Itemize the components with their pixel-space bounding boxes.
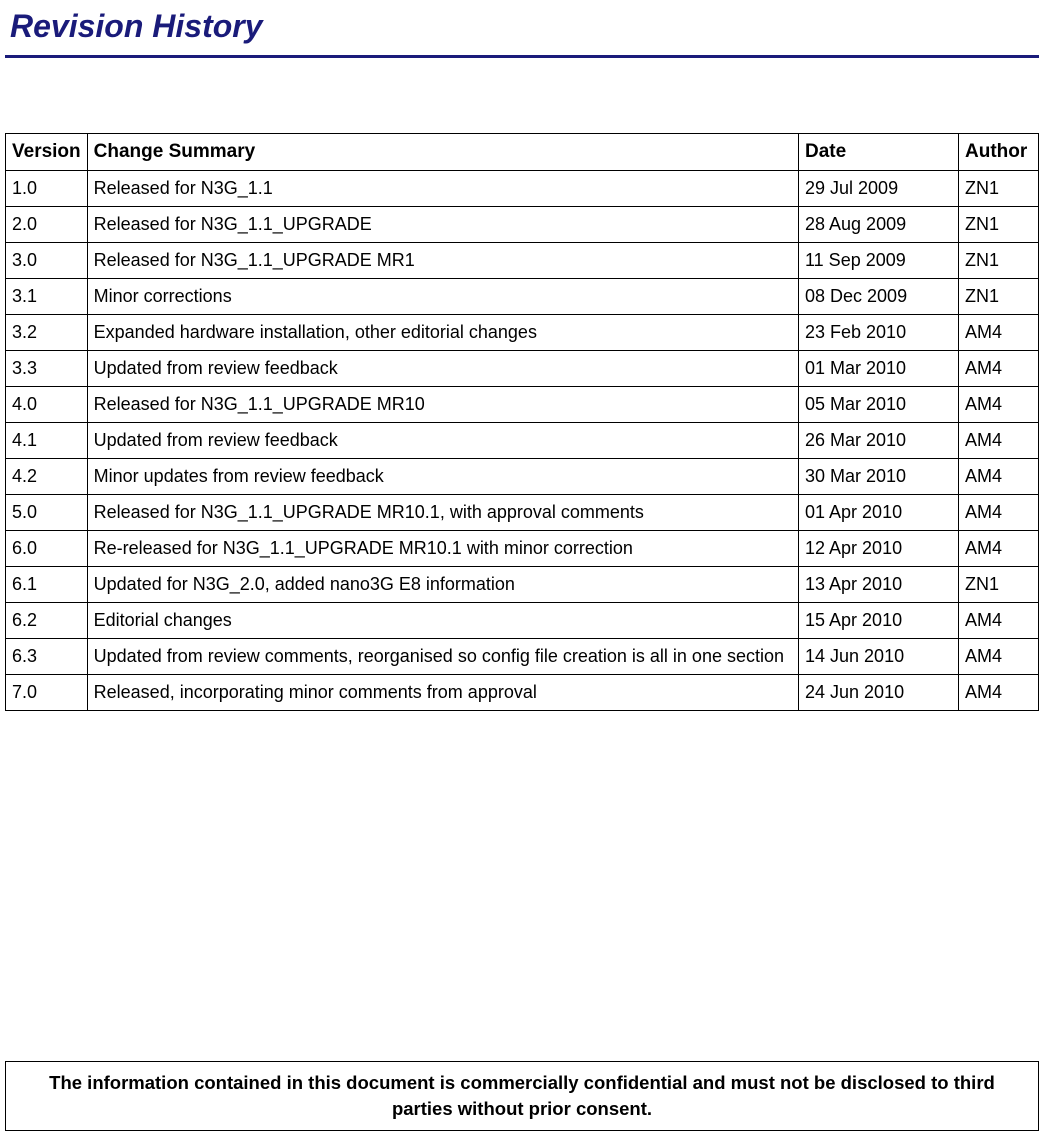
- table-row: 6.3 Updated from review comments, reorga…: [6, 639, 1039, 675]
- cell-summary: Expanded hardware installation, other ed…: [87, 315, 798, 351]
- cell-author: ZN1: [959, 171, 1039, 207]
- cell-author: AM4: [959, 639, 1039, 675]
- cell-version: 6.1: [6, 567, 88, 603]
- cell-date: 15 Apr 2010: [799, 603, 959, 639]
- cell-summary: Updated from review feedback: [87, 423, 798, 459]
- header-summary: Change Summary: [87, 134, 798, 171]
- cell-summary: Released for N3G_1.1_UPGRADE: [87, 207, 798, 243]
- table-row: 7.0 Released, incorporating minor commen…: [6, 675, 1039, 711]
- cell-date: 01 Mar 2010: [799, 351, 959, 387]
- cell-version: 6.0: [6, 531, 88, 567]
- cell-author: AM4: [959, 315, 1039, 351]
- cell-date: 08 Dec 2009: [799, 279, 959, 315]
- cell-summary: Minor updates from review feedback: [87, 459, 798, 495]
- cell-summary: Released for N3G_1.1_UPGRADE MR1: [87, 243, 798, 279]
- cell-version: 4.1: [6, 423, 88, 459]
- cell-summary: Updated from review comments, reorganise…: [87, 639, 798, 675]
- cell-summary: Re-released for N3G_1.1_UPGRADE MR10.1 w…: [87, 531, 798, 567]
- revision-table-wrapper: Version Change Summary Date Author 1.0 R…: [0, 58, 1044, 711]
- table-row: 1.0 Released for N3G_1.1 29 Jul 2009 ZN1: [6, 171, 1039, 207]
- header-date: Date: [799, 134, 959, 171]
- table-row: 5.0 Released for N3G_1.1_UPGRADE MR10.1,…: [6, 495, 1039, 531]
- table-row: 4.2 Minor updates from review feedback 3…: [6, 459, 1039, 495]
- cell-version: 3.1: [6, 279, 88, 315]
- cell-author: AM4: [959, 675, 1039, 711]
- cell-date: 05 Mar 2010: [799, 387, 959, 423]
- cell-summary: Updated from review feedback: [87, 351, 798, 387]
- cell-summary: Editorial changes: [87, 603, 798, 639]
- table-row: 4.0 Released for N3G_1.1_UPGRADE MR10 05…: [6, 387, 1039, 423]
- cell-date: 12 Apr 2010: [799, 531, 959, 567]
- cell-author: AM4: [959, 531, 1039, 567]
- page-title: Revision History: [0, 0, 1044, 55]
- table-row: 3.2 Expanded hardware installation, othe…: [6, 315, 1039, 351]
- header-version: Version: [6, 134, 88, 171]
- table-header-row: Version Change Summary Date Author: [6, 134, 1039, 171]
- cell-author: ZN1: [959, 243, 1039, 279]
- cell-version: 6.3: [6, 639, 88, 675]
- cell-author: AM4: [959, 495, 1039, 531]
- cell-version: 3.3: [6, 351, 88, 387]
- cell-author: AM4: [959, 387, 1039, 423]
- cell-date: 14 Jun 2010: [799, 639, 959, 675]
- cell-author: AM4: [959, 459, 1039, 495]
- table-row: 6.1 Updated for N3G_2.0, added nano3G E8…: [6, 567, 1039, 603]
- confidentiality-notice: The information contained in this docume…: [5, 1061, 1039, 1131]
- cell-version: 7.0: [6, 675, 88, 711]
- cell-date: 01 Apr 2010: [799, 495, 959, 531]
- table-row: 2.0 Released for N3G_1.1_UPGRADE 28 Aug …: [6, 207, 1039, 243]
- cell-author: AM4: [959, 423, 1039, 459]
- cell-version: 6.2: [6, 603, 88, 639]
- cell-version: 2.0: [6, 207, 88, 243]
- cell-summary: Released for N3G_1.1_UPGRADE MR10.1, wit…: [87, 495, 798, 531]
- cell-date: 13 Apr 2010: [799, 567, 959, 603]
- cell-author: ZN1: [959, 279, 1039, 315]
- table-row: 3.0 Released for N3G_1.1_UPGRADE MR1 11 …: [6, 243, 1039, 279]
- cell-author: AM4: [959, 603, 1039, 639]
- cell-date: 23 Feb 2010: [799, 315, 959, 351]
- cell-date: 11 Sep 2009: [799, 243, 959, 279]
- cell-version: 3.0: [6, 243, 88, 279]
- cell-summary: Minor corrections: [87, 279, 798, 315]
- table-row: 4.1 Updated from review feedback 26 Mar …: [6, 423, 1039, 459]
- cell-version: 5.0: [6, 495, 88, 531]
- cell-date: 30 Mar 2010: [799, 459, 959, 495]
- cell-version: 3.2: [6, 315, 88, 351]
- cell-date: 28 Aug 2009: [799, 207, 959, 243]
- table-row: 3.1 Minor corrections 08 Dec 2009 ZN1: [6, 279, 1039, 315]
- table-row: 6.0 Re-released for N3G_1.1_UPGRADE MR10…: [6, 531, 1039, 567]
- cell-summary: Released for N3G_1.1: [87, 171, 798, 207]
- cell-author: AM4: [959, 351, 1039, 387]
- table-row: 3.3 Updated from review feedback 01 Mar …: [6, 351, 1039, 387]
- table-row: 6.2 Editorial changes 15 Apr 2010 AM4: [6, 603, 1039, 639]
- revision-history-table: Version Change Summary Date Author 1.0 R…: [5, 133, 1039, 711]
- cell-summary: Released for N3G_1.1_UPGRADE MR10: [87, 387, 798, 423]
- cell-date: 24 Jun 2010: [799, 675, 959, 711]
- cell-summary: Released, incorporating minor comments f…: [87, 675, 798, 711]
- cell-date: 29 Jul 2009: [799, 171, 959, 207]
- cell-author: ZN1: [959, 207, 1039, 243]
- cell-summary: Updated for N3G_2.0, added nano3G E8 inf…: [87, 567, 798, 603]
- cell-date: 26 Mar 2010: [799, 423, 959, 459]
- cell-version: 4.2: [6, 459, 88, 495]
- cell-version: 1.0: [6, 171, 88, 207]
- header-author: Author: [959, 134, 1039, 171]
- cell-author: ZN1: [959, 567, 1039, 603]
- cell-version: 4.0: [6, 387, 88, 423]
